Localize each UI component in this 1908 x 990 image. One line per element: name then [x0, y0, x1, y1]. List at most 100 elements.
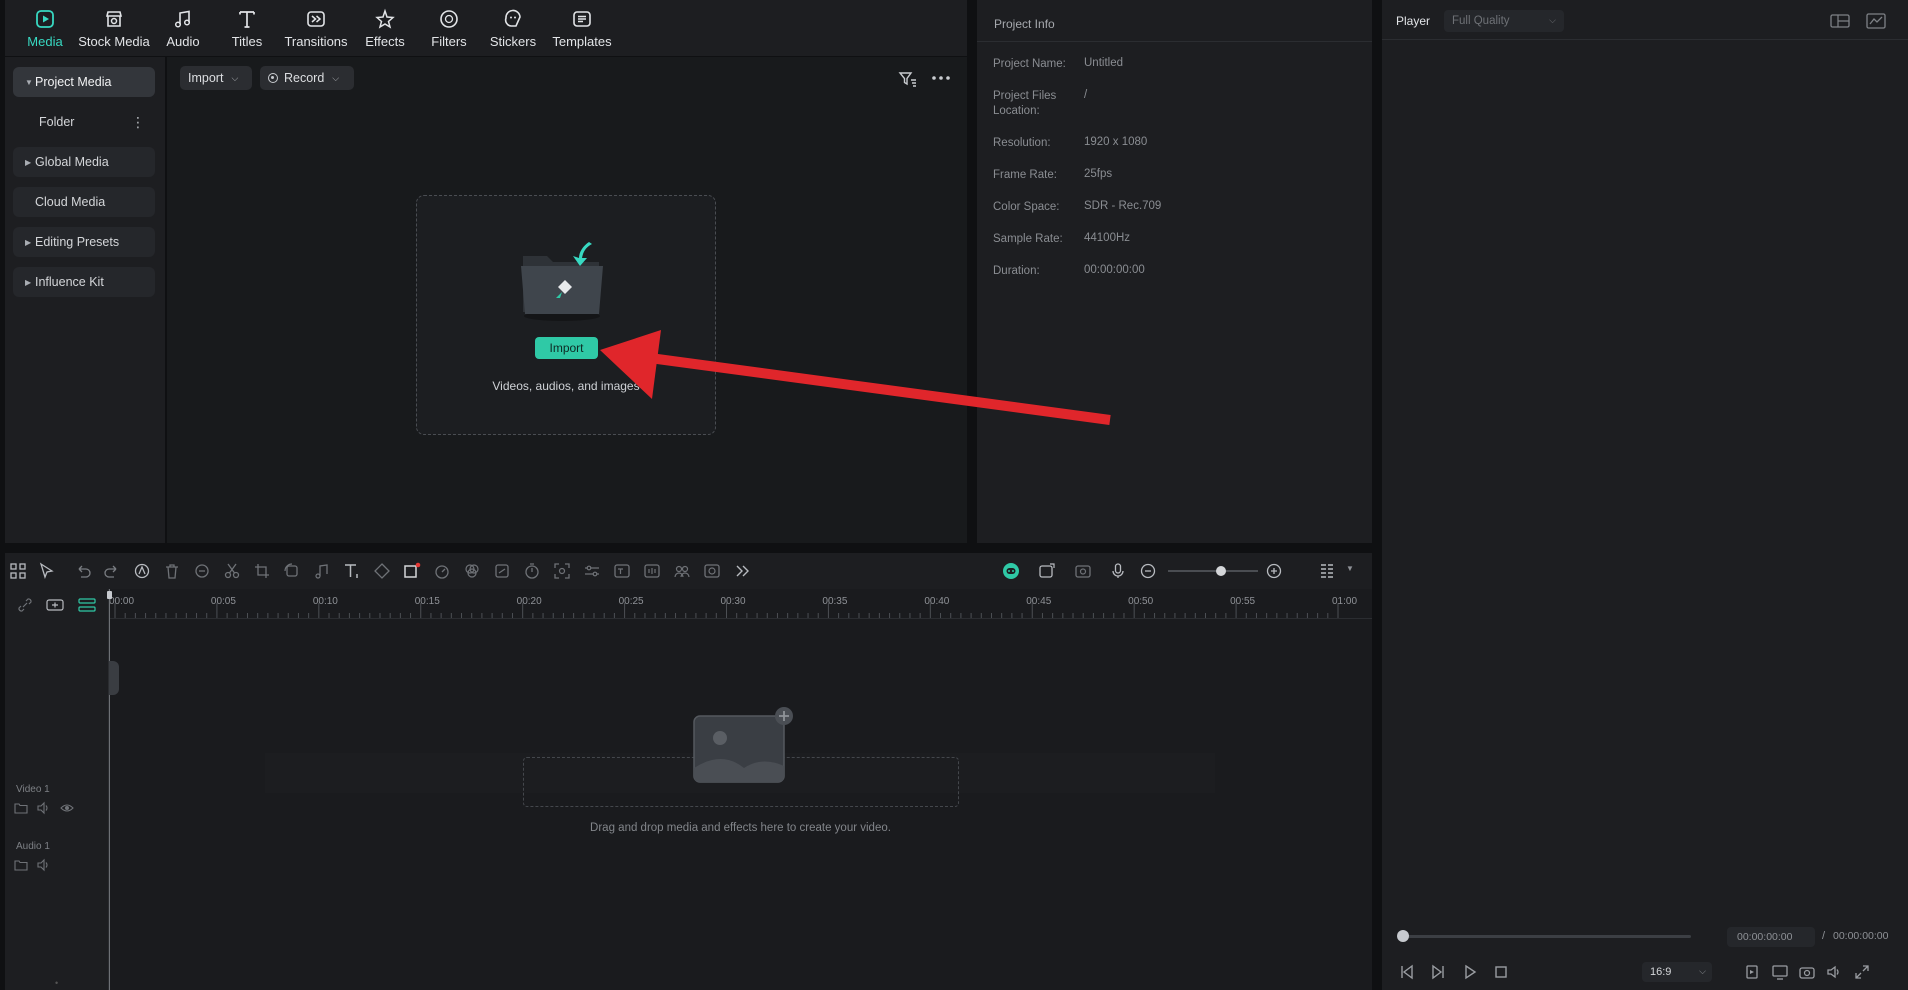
- time-ruler[interactable]: 00:00 00:05 00:10 00:15 00:20 00:25 00:30 00:35…: [109, 589, 1372, 619]
- current-time-display[interactable]: 00:00:00:00: [1727, 927, 1815, 947]
- tab-stock-media-label: Stock Media: [78, 34, 150, 49]
- audio-adjust-icon[interactable]: [313, 562, 331, 580]
- ai-text-icon[interactable]: [613, 562, 631, 580]
- timer-icon[interactable]: [523, 562, 541, 580]
- top-navigation: Media Stock Media Audio Titles Transitio…: [5, 0, 967, 56]
- playhead-line[interactable]: [109, 589, 110, 990]
- stop-icon[interactable]: [1493, 964, 1509, 980]
- folder-lock-icon[interactable]: [14, 801, 28, 815]
- caret-down-icon[interactable]: ▼: [1346, 564, 1354, 573]
- filters-icon: [440, 10, 458, 28]
- layout-grid-icon[interactable]: [9, 562, 27, 580]
- speed-icon[interactable]: [433, 562, 451, 580]
- record-dropdown-button[interactable]: Record ⌵: [260, 66, 354, 90]
- ruler-tick-label: 00:25: [618, 596, 644, 607]
- more-vertical-icon[interactable]: ⋮: [131, 114, 145, 131]
- microphone-icon[interactable]: [1109, 562, 1127, 580]
- add-text-icon[interactable]: [343, 562, 361, 580]
- shape-record-icon[interactable]: [403, 562, 421, 580]
- track-layout-icon[interactable]: [1318, 562, 1336, 580]
- audio-stretch-icon[interactable]: [643, 562, 661, 580]
- screen-record-icon[interactable]: [1074, 562, 1092, 580]
- ai-tools-icon[interactable]: [133, 562, 151, 580]
- caret-right-icon: ▶: [25, 237, 32, 247]
- info-key: Project Name:: [993, 58, 1066, 70]
- crop-icon[interactable]: [253, 562, 271, 580]
- add-track-link-icon[interactable]: [46, 597, 64, 613]
- track-manager-icon[interactable]: [78, 597, 96, 613]
- sidebar-item-global-media[interactable]: ▶ Global Media: [13, 147, 155, 177]
- playback-scrubber[interactable]: [1397, 930, 1409, 942]
- sidebar-item-influence-kit[interactable]: ▶ Influence Kit: [13, 267, 155, 297]
- tab-transitions[interactable]: Transitions: [281, 0, 351, 56]
- tab-stickers[interactable]: Stickers: [483, 0, 543, 56]
- ruler-tick-label: 00:30: [720, 596, 746, 607]
- sidebar-item-editing-presets[interactable]: ▶ Editing Presets: [13, 227, 155, 257]
- tab-filters[interactable]: Filters: [419, 0, 479, 56]
- unlink-icon[interactable]: [17, 597, 33, 613]
- tab-audio[interactable]: Audio: [153, 0, 213, 56]
- ruler-tick-label: 00:55: [1230, 596, 1256, 607]
- info-row-duration: Duration: 00:00:00:00: [993, 264, 1145, 279]
- next-frame-icon[interactable]: [1430, 964, 1446, 980]
- smart-cutout-icon[interactable]: [703, 562, 721, 580]
- tab-templates[interactable]: Templates: [547, 0, 617, 56]
- split-scissors-icon[interactable]: [223, 562, 241, 580]
- auto-reframe-icon[interactable]: [553, 562, 571, 580]
- more-horizontal-icon[interactable]: [931, 74, 951, 82]
- more-tools-chevrons-icon[interactable]: [733, 562, 751, 580]
- color-icon[interactable]: [463, 562, 481, 580]
- mute-speaker-icon[interactable]: [37, 858, 51, 872]
- folder-lock-icon[interactable]: [14, 858, 28, 872]
- visibility-eye-icon[interactable]: [60, 801, 74, 815]
- timeline-panel: ▼ Video 1 Audio 1 00:00 00:05 00:10 00:15 00…: [5, 553, 1372, 990]
- delete-icon[interactable]: [163, 562, 181, 580]
- tab-transitions-label: Transitions: [284, 34, 348, 49]
- tab-effects[interactable]: Effects: [355, 0, 415, 56]
- tab-media-label: Media: [27, 34, 63, 49]
- group-icon[interactable]: [673, 562, 691, 580]
- mark-in-icon[interactable]: [1744, 964, 1760, 980]
- zoom-in-icon[interactable]: [1265, 562, 1283, 580]
- import-dropdown-button[interactable]: Import ⌵: [180, 66, 252, 90]
- volume-icon[interactable]: [1826, 964, 1842, 980]
- zoom-slider-track[interactable]: [1168, 570, 1258, 572]
- display-monitor-icon[interactable]: [1772, 964, 1788, 980]
- sidebar-item-folder[interactable]: Folder ⋮: [13, 107, 155, 137]
- undo-icon[interactable]: [74, 562, 92, 580]
- keyframe-tag-icon[interactable]: [373, 562, 391, 580]
- tab-stock-media[interactable]: Stock Media: [78, 0, 150, 56]
- sidebar-item-cloud-media[interactable]: Cloud Media: [13, 187, 155, 217]
- tab-titles[interactable]: Titles: [217, 0, 277, 56]
- select-pointer-icon[interactable]: [38, 562, 56, 580]
- snapshot-camera-icon[interactable]: [1799, 964, 1815, 980]
- ai-assistant-icon[interactable]: [1002, 562, 1020, 580]
- fullscreen-icon[interactable]: [1854, 964, 1870, 980]
- panel-collapse-handle[interactable]: [109, 661, 119, 695]
- resize-dot-icon[interactable]: •: [55, 978, 58, 988]
- play-icon[interactable]: [1462, 964, 1478, 980]
- mute-speaker-icon[interactable]: [37, 801, 51, 815]
- playback-progress-track[interactable]: [1403, 935, 1691, 938]
- scope-chart-icon[interactable]: [1866, 12, 1886, 30]
- adjust-sliders-icon[interactable]: [583, 562, 601, 580]
- previous-frame-icon[interactable]: [1399, 964, 1415, 980]
- playhead-handle[interactable]: [107, 591, 112, 599]
- chevron-down-icon: ⌵: [231, 72, 239, 83]
- tab-media[interactable]: Media: [15, 0, 75, 56]
- sidebar-item-project-media[interactable]: ▼ Project Media: [13, 67, 155, 97]
- import-dropzone[interactable]: Import Videos, audios, and images: [416, 195, 716, 435]
- import-button[interactable]: Import: [535, 337, 598, 359]
- rotate-icon[interactable]: [283, 562, 301, 580]
- zoom-slider-thumb[interactable]: [1216, 566, 1226, 576]
- zoom-out-icon[interactable]: [1139, 562, 1157, 580]
- quality-select[interactable]: Full Quality ⌵: [1444, 10, 1564, 32]
- aspect-ratio-select[interactable]: 16:9 ⌵: [1642, 962, 1712, 982]
- redo-icon[interactable]: [103, 562, 121, 580]
- timeline-toolbar: ▼: [5, 553, 1372, 589]
- auto-edit-icon[interactable]: [1038, 562, 1056, 580]
- ripple-delete-icon[interactable]: [193, 562, 211, 580]
- grid-view-icon[interactable]: [1830, 13, 1850, 29]
- stabilize-icon[interactable]: [493, 562, 511, 580]
- filter-sort-icon[interactable]: [898, 70, 918, 88]
